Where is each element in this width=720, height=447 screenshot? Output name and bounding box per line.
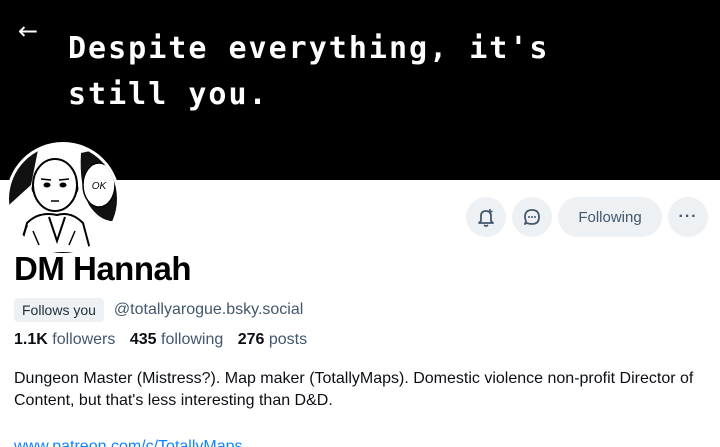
profile-link[interactable]: www.patreon.com/c/TotallyMaps (14, 437, 243, 447)
following-stat[interactable]: 435 following (130, 331, 223, 348)
avatar[interactable]: OK (6, 142, 120, 256)
followers-label: followers (52, 331, 116, 348)
follows-you-badge: Follows you (14, 298, 104, 322)
following-button[interactable]: Following (558, 197, 662, 237)
subscribe-bell-button[interactable] (466, 197, 506, 237)
bell-plus-icon (478, 209, 494, 227)
profile-banner: ← Despite everything, it's still you. (0, 0, 720, 180)
chat-bubble-icon (524, 209, 540, 225)
handle-row: Follows you @totallyarogue.bsky.social (14, 297, 303, 323)
profile-handle: @totallyarogue.bsky.social (113, 301, 304, 318)
posts-label: posts (268, 331, 308, 348)
more-dots-icon: ··· (678, 208, 698, 225)
profile-stats: 1.1K followers 435 following 276 posts (14, 331, 317, 349)
speech-bubble-text: OK (92, 181, 108, 192)
banner-text: Despite everything, it's still you. (68, 26, 668, 118)
profile-bio: Dungeon Master (Mistress?). Map maker (T… (14, 370, 694, 409)
followers-count: 1.1K (14, 331, 48, 348)
following-label: following (161, 331, 224, 348)
back-arrow-icon[interactable]: ← (18, 18, 48, 48)
followers-stat[interactable]: 1.1K followers (14, 331, 115, 348)
more-options-button[interactable]: ··· (668, 197, 708, 237)
message-button[interactable] (512, 197, 552, 237)
banner-text-line2: still you. (68, 77, 269, 112)
avatar-illustration: OK (9, 145, 117, 253)
posts-count: 276 (237, 331, 265, 348)
following-count: 435 (129, 331, 157, 348)
display-name: DM Hannah (14, 250, 192, 287)
posts-stat: 276 posts (238, 331, 307, 348)
banner-text-line1: Despite everything, it's (68, 31, 550, 66)
